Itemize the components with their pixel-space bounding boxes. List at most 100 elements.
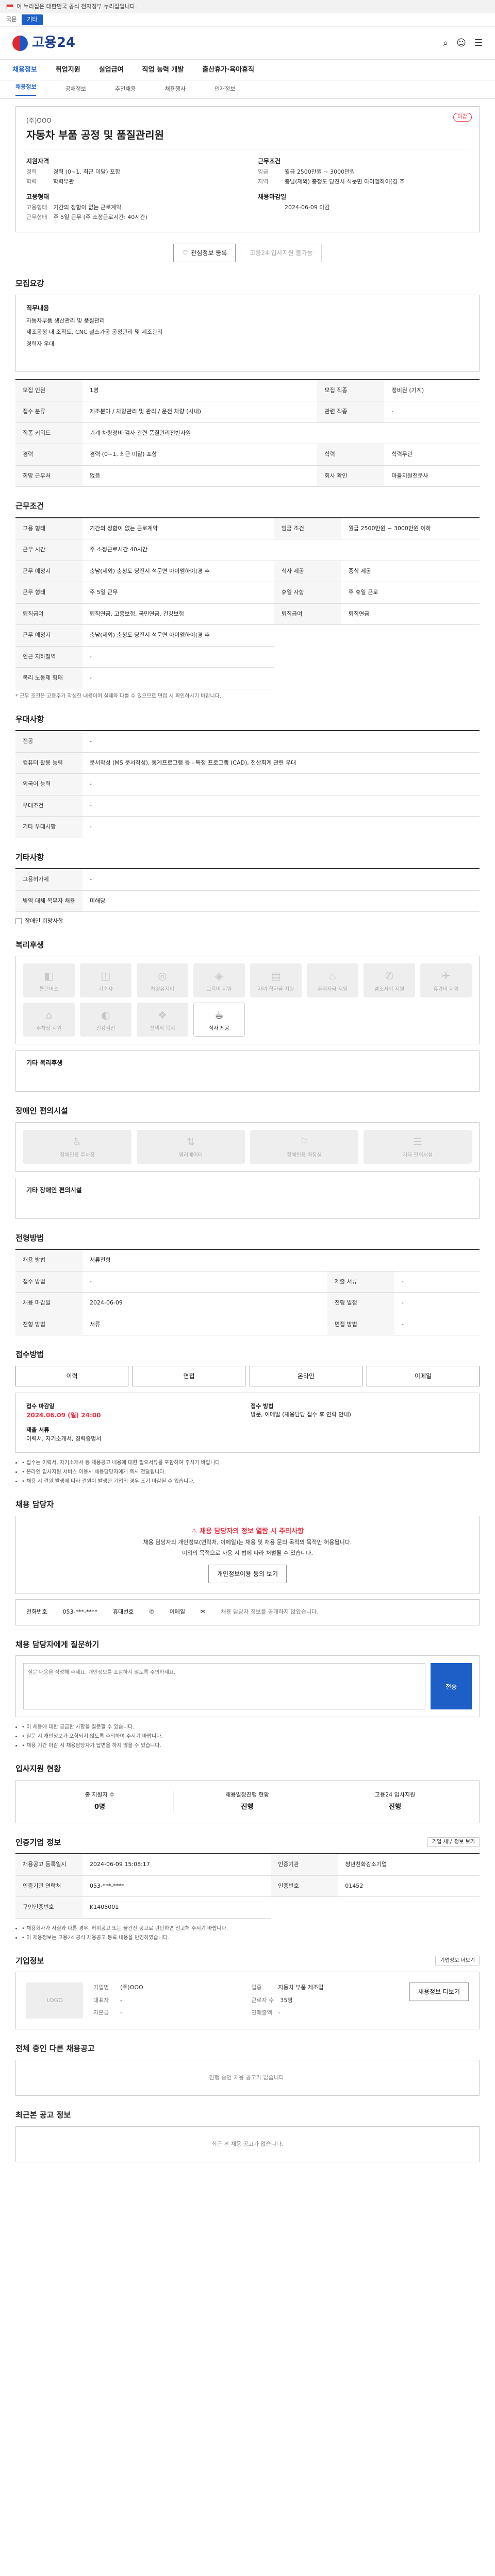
lnb-tab[interactable]: 공채정보 — [65, 85, 86, 94]
job-title: 자동차 부품 공정 및 품질관리원 — [26, 129, 164, 141]
table-key: 경력 — [15, 444, 82, 466]
table-key: 복리 노동제 형태 — [15, 667, 82, 689]
table-key: 외국어 능력 — [15, 773, 82, 795]
table-key: 퇴직급여 — [274, 603, 341, 625]
gov-notice: 이 누리집은 대한민국 공식 전자정부 누리집입니다. — [16, 3, 137, 10]
summary-key: 근무형태 — [26, 213, 47, 221]
reg-table: 채용공고 등록일시 2024-06-09 15:08:17 인증기관 청년친화강소기업… — [15, 1853, 480, 1919]
table-row: 기타 우대사항 - — [15, 816, 480, 838]
recent-title: 최근본 공고 정보 — [15, 2110, 71, 2120]
table-row: 인증기관 연락처 053-***-**** 인증번호 01452 — [15, 1875, 480, 1897]
table-row: 인근 지하철역 - — [15, 646, 480, 668]
table-value: 서류 — [82, 1313, 327, 1335]
search-icon[interactable]: ⌕ — [443, 36, 448, 50]
gnb-item[interactable]: 실업급여 — [99, 65, 124, 75]
sel-title: 전형방법 — [15, 1233, 44, 1243]
site-header: 고용24 ⌕ ☺ ☰ — [0, 27, 495, 60]
qna-title: 채용 담당자에게 질문하기 — [15, 1639, 100, 1649]
table-value: 2024-06-09 15:08:17 — [82, 1853, 271, 1876]
table-row: 접수 방법 - 제출 서류 - — [15, 1270, 480, 1293]
table-row: 복리 노동제 형태 - — [15, 667, 480, 689]
disab-icon: ⇅ — [186, 1136, 195, 1148]
table-row: 접수 분류 제조분야 / 차량관리 및 관리 / 운전 차량 (사내) 관련 직종 - — [15, 401, 480, 423]
table-value: 없음 — [82, 465, 318, 487]
table-row: 희망 근무처 없음 회사 확인 마을지원전문사 — [15, 465, 480, 487]
table-row: 근무 예정지 충남(제외) 충청도 당진시 석문면 아이엠하이(경 추 식사 제공 중… — [15, 560, 480, 582]
welfare-item: ♨ 주택자금 지원 — [307, 963, 358, 997]
welfare-icon: ◐ — [101, 1008, 110, 1021]
table-row: 병역 대체 복무자 채용 미해당 — [15, 890, 480, 912]
contact-title: 채용 담당자 — [15, 1500, 54, 1509]
corp-key: 근로자 수 — [251, 1996, 274, 2004]
corp-jobs-button[interactable]: 채용정보 더보기 — [409, 1982, 469, 2001]
lnb-tab[interactable]: 채용정보 — [15, 83, 37, 96]
corp-row: 대표자 - — [93, 1996, 241, 2005]
gnb-item[interactable]: 출산휴가·육아휴직 — [202, 65, 254, 75]
table-key: 접수 분류 — [15, 401, 82, 423]
table-value: 053-***-**** — [82, 1875, 271, 1897]
welfare-item: ◐ 건강검진 — [80, 1003, 131, 1037]
lnb-tab[interactable]: 추천채용 — [115, 85, 136, 94]
corp-title: 기업정보 기업정보 더보기 — [15, 1955, 480, 1967]
welfare-item: ☕ 식사 제공 — [193, 1003, 245, 1037]
qna-box: 전송 — [15, 1655, 480, 1717]
menu-icon[interactable]: ☰ — [474, 36, 483, 50]
interest-button[interactable]: ♡ 관심정보 등록 — [173, 244, 236, 262]
disab-label: 장애인용 화장실 — [287, 1153, 322, 1158]
qna-send-button[interactable]: 전송 — [431, 1663, 472, 1709]
contact-alert: ⚠ 채용 담당자의 정보 열람 시 주의사항 채용 담당자의 개인정보(연락처,… — [15, 1515, 480, 1594]
disabled-check[interactable]: 장애인 희망사항 — [15, 917, 480, 926]
table-key: 근무 예정지 — [15, 624, 82, 647]
corp-key: 연매출액 — [251, 2009, 272, 2016]
logo-text: 고용24 — [32, 35, 76, 50]
apply-method-button[interactable]: 면접 — [133, 1365, 245, 1386]
korea-flag-icon — [6, 4, 13, 9]
table-value: 01452 — [338, 1875, 480, 1897]
gnb-item[interactable]: 취업지원 — [56, 65, 80, 75]
lnb-tab[interactable]: 채용행사 — [164, 85, 185, 94]
welfare-label: 차량유지비 — [151, 986, 174, 992]
table-value: 제조분야 / 차량관리 및 관리 / 운전 차량 (사내) — [82, 401, 318, 423]
table-key: 모집 직종 — [317, 379, 385, 401]
lang-select[interactable]: 국문 — [6, 15, 16, 24]
table-value: - — [82, 667, 274, 689]
table-value: 청년친화강소기업 — [338, 1853, 480, 1876]
table-value: K1405001 — [82, 1896, 271, 1919]
corp-box: LOGO 기업명 (주)OOO 업종 자동차 부품 제조업 대표자 - 근로자 수 35명 자본… — [15, 1972, 480, 2029]
disab-sub: 기타 장애인 편의시설 — [15, 1177, 480, 1219]
util-button[interactable]: 기타 — [22, 14, 43, 25]
table-key: 회사 확인 — [317, 465, 385, 487]
qna-input[interactable] — [23, 1663, 425, 1709]
welfare-label: 주차장 지원 — [36, 1025, 62, 1031]
job-desc-box: 직무내용 자동차부품 생산관리 및 품질관리 제조공정 내 조직도, CNC 철스… — [15, 294, 480, 372]
table-key: 컴퓨터 활용 능력 — [15, 752, 82, 774]
corp-value: 35명 — [280, 1996, 293, 2004]
consent-button[interactable]: 개인정보이용 동의 보기 — [208, 1565, 287, 1583]
apply-method-button[interactable]: 온라인 — [250, 1365, 362, 1386]
table-key: 병역 대체 복무자 채용 — [15, 890, 82, 912]
table-row: 모집 인원 1명 모집 직종 정비원 (기계) — [15, 379, 480, 401]
disab-item: ⇅ 엘리베이터 — [137, 1129, 245, 1164]
apply-method-button[interactable]: 이메일 — [367, 1365, 480, 1386]
sel-table: 채용 방법 서류전형 접수 방법 - 제출 서류 - 채용 마감일 2024-06-09 전형 … — [15, 1249, 480, 1335]
logo[interactable]: 고용24 — [12, 33, 75, 53]
table-key: 면접 방법 — [327, 1313, 394, 1335]
welfare-label: 교육비 지원 — [206, 986, 232, 992]
table-value: - — [82, 868, 480, 891]
user-icon[interactable]: ☺ — [456, 36, 466, 50]
table-key: 채용 방법 — [15, 1249, 82, 1272]
table-key: 우대조건 — [15, 794, 82, 817]
gnb-item[interactable]: 채용정보 — [12, 65, 37, 75]
gnb-item[interactable]: 직업 능력 개발 — [142, 65, 184, 75]
apply-method-button[interactable]: 이력 — [15, 1365, 128, 1386]
heart-icon: ♡ — [182, 249, 188, 257]
work-table: 고용 형태 기간의 정함이 없는 근로계약 임금 조건 월급 2500만원 ~ 300… — [15, 517, 480, 689]
lnb-tab[interactable]: 인재정보 — [214, 85, 235, 94]
reg-button[interactable]: 기업 세부 정보 보기 — [427, 1837, 480, 1848]
summary-value: 주 5일 근무 (주 소정근로시간: 40시간) — [53, 213, 147, 221]
table-value: - — [394, 1313, 480, 1335]
corp-row: 연매출액 - — [251, 2009, 399, 2018]
corp-more[interactable]: 기업정보 더보기 — [435, 1956, 480, 1966]
table-value: 기계·차량정비·검사·관련 품질관리전반사원 — [82, 422, 318, 444]
welfare-icon: ⌂ — [45, 1008, 53, 1021]
